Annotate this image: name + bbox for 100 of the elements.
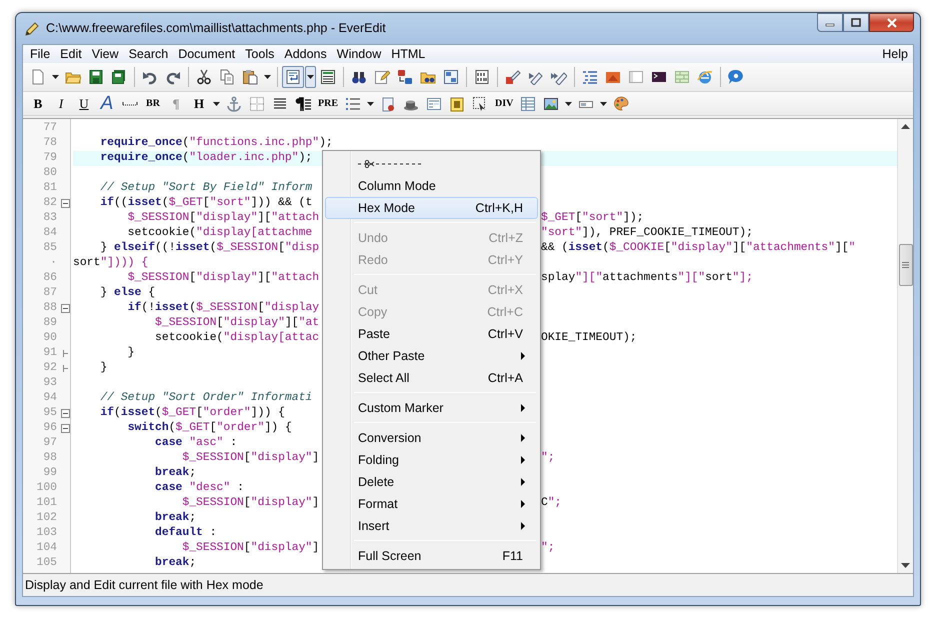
- toolbar-button[interactable]: BR: [142, 92, 164, 114]
- table-icon: [249, 96, 265, 112]
- line-number: 93: [42, 376, 57, 391]
- code-line: require_once("loader.inc.php");: [99, 151, 314, 166]
- scrollbar[interactable]: [897, 119, 913, 573]
- code-line: $_SESSION["display"]["attach: [126, 271, 320, 286]
- line-number: 86: [42, 270, 57, 286]
- line-number: 89: [42, 316, 57, 331]
- align-icon: [272, 96, 288, 112]
- code-line: break;: [154, 466, 198, 481]
- code-line: ";: [541, 451, 555, 466]
- menu-item[interactable]: Select All Ctrl+A: [325, 367, 538, 389]
- line-number: 92: [42, 360, 57, 376]
- toolbar-button[interactable]: H: [188, 92, 210, 114]
- menu-item[interactable]: Tools: [240, 46, 280, 62]
- grid-icon: [674, 69, 690, 85]
- fold-end-mark: [63, 365, 68, 372]
- line-number: 79: [42, 150, 57, 166]
- caret-icon: [52, 75, 59, 79]
- minimize-button[interactable]: [817, 13, 843, 32]
- menu-item[interactable]: Conversion: [325, 427, 538, 449]
- toolbar-button[interactable]: [282, 66, 304, 88]
- menu-item[interactable]: Help: [877, 46, 913, 62]
- menu-item[interactable]: Addons: [279, 46, 332, 62]
- code-line: if(isset($_GET["order"])) {: [99, 406, 286, 421]
- window-icon: [605, 69, 621, 85]
- menu-item[interactable]: Paste Ctrl+V: [325, 323, 538, 345]
- menu-item[interactable]: Other Paste: [325, 345, 538, 367]
- fold-toggle-icon[interactable]: [61, 304, 70, 313]
- terminal-icon: [651, 69, 667, 85]
- menu-item[interactable]: Full Screen F11: [325, 545, 538, 567]
- toolbar-button[interactable]: A: [96, 92, 118, 114]
- menu-item[interactable]: Window: [332, 46, 386, 62]
- line-number: 82: [42, 196, 57, 211]
- note-pencil-icon: [374, 69, 390, 85]
- maximize-button[interactable]: [843, 13, 869, 32]
- caret-icon: [367, 102, 374, 106]
- dropdown-button[interactable]: [305, 66, 316, 88]
- globe-icon: [697, 69, 713, 85]
- line-number: 100: [35, 480, 57, 496]
- caret-icon: [307, 75, 314, 79]
- menu-item[interactable]: File: [25, 46, 56, 62]
- undo-icon: [142, 69, 158, 85]
- code-line: switch($_GET["order"]) {: [126, 421, 293, 436]
- line-number: 85: [42, 240, 57, 256]
- table-icon: [520, 96, 536, 112]
- code-line: OKIE_TIMEOUT);: [541, 331, 637, 346]
- caret-icon: [600, 102, 608, 106]
- scroll-thumb[interactable]: [898, 244, 912, 286]
- code-line: ";: [541, 541, 555, 556]
- menu-item[interactable]: Custom Marker: [325, 397, 538, 419]
- menu-item[interactable]: Folding: [325, 449, 538, 471]
- line-number: 105: [35, 556, 57, 571]
- toolbar-button[interactable]: U: [73, 92, 95, 114]
- wrap-icon: [285, 69, 301, 85]
- toolbar-button[interactable]: I: [50, 92, 72, 114]
- anchor-icon: [226, 96, 242, 112]
- submenu-arrow-icon: [521, 434, 525, 442]
- menu-item[interactable]: HTML: [386, 46, 430, 62]
- code-line: $_GET["sort"]);: [541, 211, 644, 226]
- fold-end-mark: [63, 350, 68, 357]
- fold-toggle-icon[interactable]: [61, 409, 70, 418]
- redo-icon: [165, 69, 181, 85]
- code-editor[interactable]: [23, 118, 913, 574]
- replace-box-icon: [443, 69, 459, 85]
- paragraph-icon: [295, 96, 311, 112]
- line-number: 81: [42, 180, 57, 196]
- submenu-arrow-icon: [521, 522, 525, 530]
- code-line: break;: [154, 511, 198, 526]
- bullet-list-icon: [345, 96, 361, 112]
- menu-item[interactable]: Delete: [325, 471, 538, 493]
- fold-toggle-icon[interactable]: [61, 199, 70, 208]
- menu-item[interactable]: Hex Mode Ctrl+K,H: [325, 197, 538, 219]
- menu-item[interactable]: Document: [173, 46, 240, 62]
- window-title: C:\www.freewarefiles.com\maillist\attachments.php - EverEdit: [46, 20, 386, 38]
- code-line: }: [126, 346, 136, 361]
- scroll-up-icon[interactable]: [901, 123, 910, 129]
- scroll-down-icon[interactable]: [901, 563, 910, 569]
- fold-toggle-icon[interactable]: [61, 424, 70, 433]
- menu-item[interactable]: Insert: [325, 515, 538, 537]
- copy-icon: [219, 69, 235, 85]
- code-line: case "asc" :: [154, 436, 238, 451]
- toolbar-button[interactable]: DIV: [492, 92, 516, 114]
- code-line: setcookie("display[attac: [154, 331, 320, 346]
- toolbar-button[interactable]: PRE: [315, 92, 341, 114]
- save-all-icon: [111, 69, 127, 85]
- toolbar-button[interactable]: B: [27, 92, 49, 114]
- code-line: $_SESSION["display"]["at: [154, 316, 320, 331]
- menu-item[interactable]: Column Mode: [325, 175, 538, 197]
- line-number: 104: [35, 540, 57, 556]
- code-line: // Setup "Sort Order" Informati: [99, 391, 314, 406]
- menu-item[interactable]: Edit: [55, 46, 87, 62]
- line-number: 91: [42, 346, 57, 361]
- menu-item[interactable]: View: [86, 46, 124, 62]
- line-number: 101: [35, 496, 57, 511]
- close-button[interactable]: [869, 13, 914, 32]
- line-number: 94: [42, 390, 57, 406]
- code-line: C";: [541, 496, 562, 511]
- menu-item[interactable]: Search: [124, 46, 174, 62]
- menu-item[interactable]: Format: [325, 493, 538, 515]
